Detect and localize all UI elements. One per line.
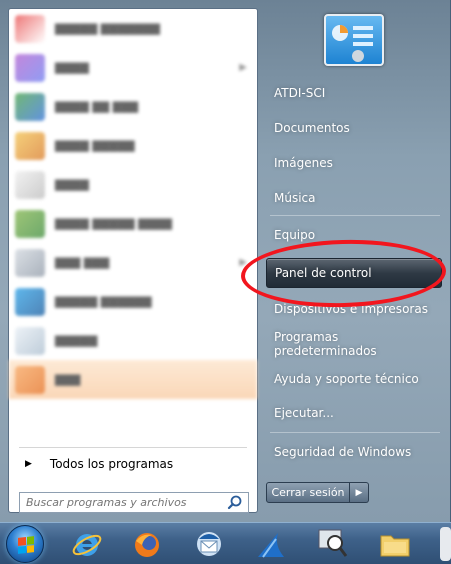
program-label: ▇▇▇▇ ▇▇▇▇▇ bbox=[55, 139, 135, 152]
triangle-right-icon: ▶ bbox=[25, 459, 32, 469]
program-icon bbox=[15, 287, 45, 316]
list-item[interactable]: ▇▇▇ ▇▇▇ ▶ bbox=[9, 243, 257, 282]
shutdown-options-button[interactable]: ▶ bbox=[350, 482, 369, 503]
separator bbox=[270, 215, 440, 216]
all-programs-button[interactable]: ▶ Todos los programas bbox=[19, 453, 249, 475]
magnifier-app-icon[interactable] bbox=[316, 527, 350, 561]
windows-flag-icon bbox=[18, 536, 34, 554]
internet-explorer-icon[interactable] bbox=[70, 527, 104, 561]
program-label: ▇▇▇ bbox=[55, 373, 81, 386]
program-label: ▇▇▇ ▇▇▇ bbox=[55, 256, 110, 269]
program-label: ▇▇▇▇ ▇▇▇▇▇ ▇▇▇▇ bbox=[55, 217, 172, 230]
program-icon bbox=[15, 53, 45, 82]
all-programs-label: Todos los programas bbox=[49, 457, 174, 471]
user-picture[interactable] bbox=[324, 14, 384, 66]
pictures-link[interactable]: Imágenes bbox=[266, 148, 444, 178]
program-label: ▇▇▇▇▇ bbox=[55, 334, 98, 347]
separator bbox=[19, 447, 247, 448]
list-item[interactable]: ▇▇▇ bbox=[9, 360, 257, 399]
program-label: ▇▇▇▇ bbox=[55, 178, 89, 191]
triangle-right-icon: ▶ bbox=[355, 487, 363, 498]
separator bbox=[270, 432, 440, 433]
list-item[interactable]: ▇▇▇▇ ▶ bbox=[9, 48, 257, 87]
program-label: ▇▇▇▇ bbox=[55, 61, 89, 74]
program-icon bbox=[15, 248, 45, 277]
search-input[interactable] bbox=[20, 493, 226, 512]
chevron-right-icon: ▶ bbox=[239, 62, 247, 73]
run-link[interactable]: Ejecutar... bbox=[266, 398, 444, 428]
list-item[interactable]: ▇▇▇▇ ▇▇▇▇▇ ▇▇▇▇ bbox=[9, 204, 257, 243]
program-icon bbox=[15, 92, 45, 121]
program-icon bbox=[15, 326, 45, 355]
user-folder-link[interactable]: ATDI-SCI bbox=[266, 78, 444, 108]
program-icon bbox=[15, 209, 45, 238]
recent-programs-list: ▇▇▇▇▇ ▇▇▇▇▇▇▇ ▇▇▇▇ ▶ ▇▇▇▇ ▇▇ ▇▇▇ ▇▇▇▇ ▇▇… bbox=[9, 9, 257, 401]
thunderbird-icon[interactable] bbox=[192, 527, 226, 561]
folder-icon[interactable] bbox=[378, 527, 412, 561]
list-item[interactable]: ▇▇▇▇ ▇▇ ▇▇▇ bbox=[9, 87, 257, 126]
list-item[interactable]: ▇▇▇▇▇ ▇▇▇▇▇▇ bbox=[9, 282, 257, 321]
music-link[interactable]: Música bbox=[266, 183, 444, 213]
program-label: ▇▇▇▇▇ ▇▇▇▇▇▇▇ bbox=[55, 22, 161, 35]
list-item[interactable]: ▇▇▇▇ bbox=[9, 165, 257, 204]
logoff-button[interactable]: Cerrar sesión bbox=[266, 482, 350, 503]
firefox-icon[interactable] bbox=[130, 527, 164, 561]
program-label: ▇▇▇▇▇ ▇▇▇▇▇▇ bbox=[55, 295, 152, 308]
shark-fin-icon[interactable] bbox=[254, 527, 288, 561]
shutdown-button-group: Cerrar sesión ▶ bbox=[266, 482, 369, 503]
start-orb-icon[interactable] bbox=[6, 525, 44, 563]
search-box[interactable] bbox=[19, 492, 249, 513]
program-icon bbox=[15, 14, 45, 43]
taskbar-app-icon[interactable] bbox=[440, 527, 451, 561]
documents-link[interactable]: Documentos bbox=[266, 113, 444, 143]
default-programs-link[interactable]: Programas predeterminados bbox=[266, 329, 444, 359]
help-support-link[interactable]: Ayuda y soporte técnico bbox=[266, 364, 444, 394]
windows-security-link[interactable]: Seguridad de Windows bbox=[266, 437, 444, 467]
program-icon bbox=[15, 131, 45, 160]
search-icon[interactable] bbox=[226, 494, 244, 512]
list-item[interactable]: ▇▇▇▇▇ bbox=[9, 321, 257, 360]
list-item[interactable]: ▇▇▇▇▇ ▇▇▇▇▇▇▇ bbox=[9, 9, 257, 48]
taskbar bbox=[0, 522, 451, 564]
program-icon bbox=[15, 170, 45, 199]
programs-pane: ▇▇▇▇▇ ▇▇▇▇▇▇▇ ▇▇▇▇ ▶ ▇▇▇▇ ▇▇ ▇▇▇ ▇▇▇▇ ▇▇… bbox=[8, 8, 258, 513]
program-label: ▇▇▇▇ ▇▇ ▇▇▇ bbox=[55, 100, 139, 113]
program-icon bbox=[15, 365, 45, 394]
list-item[interactable]: ▇▇▇▇ ▇▇▇▇▇ bbox=[9, 126, 257, 165]
